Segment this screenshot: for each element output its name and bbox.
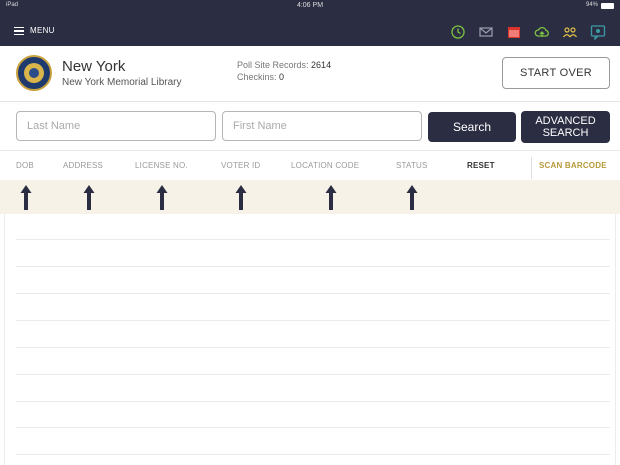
hamburger-icon xyxy=(14,26,24,35)
column-dob[interactable]: DOB xyxy=(16,161,34,170)
advanced-search-button[interactable]: ADVANCED SEARCH xyxy=(521,111,610,143)
list-row xyxy=(16,214,610,240)
checkins-value: 0 xyxy=(279,72,285,82)
list-row xyxy=(16,348,610,375)
list-row xyxy=(16,321,610,348)
sort-indicator-band xyxy=(0,180,620,214)
column-license[interactable]: LICENSE NO. xyxy=(135,161,188,170)
sort-arrow-up-icon[interactable] xyxy=(19,183,33,211)
column-address[interactable]: ADDRESS xyxy=(63,161,103,170)
battery-percent: 94% xyxy=(585,2,598,8)
results-list xyxy=(0,214,620,465)
scan-barcode-button[interactable]: SCAN BARCODE xyxy=(539,161,607,170)
start-over-button[interactable]: START OVER xyxy=(502,57,610,89)
list-row xyxy=(16,267,610,294)
calendar-icon[interactable] xyxy=(506,24,522,40)
site-name: New York Memorial Library xyxy=(62,77,182,88)
chat-icon[interactable] xyxy=(590,24,606,40)
checkins: Checkins: 0 xyxy=(237,72,284,82)
clock: 4:06 PM xyxy=(296,2,324,9)
battery-icon xyxy=(601,3,614,9)
list-row xyxy=(16,428,610,455)
site-header: New York New York Memorial Library Poll … xyxy=(0,46,620,102)
sort-arrow-up-icon[interactable] xyxy=(234,183,248,211)
sort-arrow-up-icon[interactable] xyxy=(324,183,338,211)
sort-arrow-up-icon[interactable] xyxy=(155,183,169,211)
toolbar-icons xyxy=(450,24,606,40)
sort-arrow-up-icon[interactable] xyxy=(82,183,96,211)
poll-site-records: Poll Site Records: 2614 xyxy=(237,60,331,70)
poll-records-label: Poll Site Records: xyxy=(237,60,309,70)
cloud-upload-icon[interactable] xyxy=(534,24,550,40)
state-name: New York xyxy=(62,58,126,75)
first-name-input[interactable] xyxy=(222,111,422,141)
search-row: Search ADVANCED SEARCH xyxy=(0,102,620,150)
checkins-label: Checkins: xyxy=(237,72,277,82)
list-row xyxy=(16,240,610,267)
list-row xyxy=(16,294,610,321)
search-button[interactable]: Search xyxy=(428,112,516,142)
poll-records-value: 2614 xyxy=(311,60,332,70)
menu-label: MENU xyxy=(30,26,55,35)
menu-button[interactable]: MENU xyxy=(14,26,55,35)
history-icon[interactable] xyxy=(450,24,466,40)
column-voter-id[interactable]: VOTER ID xyxy=(221,161,260,170)
users-icon[interactable] xyxy=(562,24,578,40)
state-seal-icon xyxy=(16,55,52,91)
list-row xyxy=(16,375,610,402)
column-location-code[interactable]: LOCATION CODE xyxy=(291,161,359,170)
column-status[interactable]: STATUS xyxy=(396,161,428,170)
last-name-input[interactable] xyxy=(16,111,216,141)
column-header-row: DOB ADDRESS LICENSE NO. VOTER ID LOCATIO… xyxy=(0,150,620,180)
sort-arrow-up-icon[interactable] xyxy=(405,183,419,211)
reset-button[interactable]: RESET xyxy=(467,161,495,170)
list-row xyxy=(16,402,610,428)
column-divider xyxy=(531,157,532,179)
mail-icon[interactable] xyxy=(478,24,494,40)
top-bar: iPad 4:06 PM 94% MENU xyxy=(0,0,620,46)
